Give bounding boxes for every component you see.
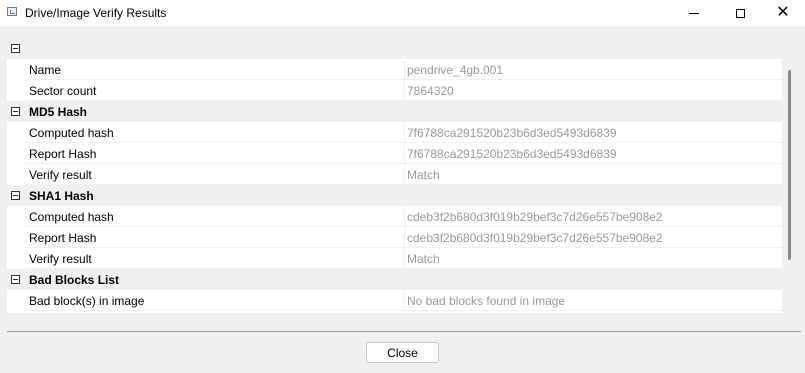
minimize-button[interactable] [671, 0, 717, 26]
property-name: Sector count [29, 84, 97, 98]
property-name: Report Hash [29, 147, 97, 161]
collapse-toggle-icon[interactable] [11, 275, 20, 284]
section-root [7, 38, 782, 59]
property-row[interactable]: Computed hash cdeb3f2b680d3f019b29bef3c7… [7, 206, 783, 227]
section-bad-blocks-list: Bad Blocks List [7, 269, 782, 290]
property-value: No bad blocks found in image [407, 294, 566, 308]
app-window-icon [7, 7, 17, 16]
property-row[interactable]: Bad block(s) in image No bad blocks foun… [7, 290, 783, 311]
section-label: MD5 Hash [29, 105, 88, 119]
property-name: Name [29, 63, 62, 77]
property-value: Match [407, 168, 440, 182]
property-name: Verify result [29, 252, 92, 266]
property-value: 7f6788ca291520b23b6d3ed5493d6839 [407, 147, 617, 161]
property-row[interactable]: Sector count 7864320 [7, 80, 783, 101]
close-window-button[interactable]: ✕ [760, 0, 805, 26]
property-name: Computed hash [29, 126, 114, 140]
collapse-toggle-icon[interactable] [11, 107, 20, 116]
property-row[interactable]: Computed hash 7f6788ca291520b23b6d3ed549… [7, 122, 783, 143]
property-row[interactable]: Name pendrive_4gb.001 [7, 59, 783, 80]
window-title: Drive/Image Verify Results [25, 6, 167, 20]
collapse-toggle-icon[interactable] [11, 44, 20, 53]
section-label: SHA1 Hash [29, 189, 94, 203]
property-value: 7f6788ca291520b23b6d3ed5493d6839 [407, 126, 617, 140]
property-value: pendrive_4gb.001 [407, 63, 504, 77]
property-name: Bad block(s) in image [29, 294, 145, 308]
maximize-button[interactable] [717, 0, 763, 26]
section-sha1-hash: SHA1 Hash [7, 185, 782, 206]
close-button[interactable]: Close [366, 342, 439, 363]
property-row[interactable]: Verify result Match [7, 248, 783, 269]
maximize-icon [735, 8, 745, 18]
footer-divider [7, 331, 801, 332]
collapse-toggle-icon[interactable] [11, 191, 20, 200]
property-name: Report Hash [29, 231, 97, 245]
property-row[interactable]: Verify result Match [7, 164, 783, 185]
section-md5-hash: MD5 Hash [7, 101, 782, 122]
close-icon: ✕ [776, 4, 790, 21]
property-value: 7864320 [407, 84, 454, 98]
property-value: Match [407, 252, 440, 266]
property-row[interactable]: Report Hash cdeb3f2b680d3f019b29bef3c7d2… [7, 227, 783, 248]
section-label: Bad Blocks List [29, 273, 120, 287]
minimize-icon [689, 12, 699, 14]
property-value: cdeb3f2b680d3f019b29bef3c7d26e557be908e2 [407, 231, 663, 245]
title-bar: Drive/Image Verify Results ✕ [0, 0, 805, 26]
results-tree: Name pendrive_4gb.001 Sector count 78643… [7, 38, 783, 313]
property-name: Verify result [29, 168, 92, 182]
property-value: cdeb3f2b680d3f019b29bef3c7d26e557be908e2 [407, 210, 663, 224]
property-name: Computed hash [29, 210, 114, 224]
property-row[interactable]: Report Hash 7f6788ca291520b23b6d3ed5493d… [7, 143, 783, 164]
vertical-scrollbar[interactable] [788, 70, 791, 260]
